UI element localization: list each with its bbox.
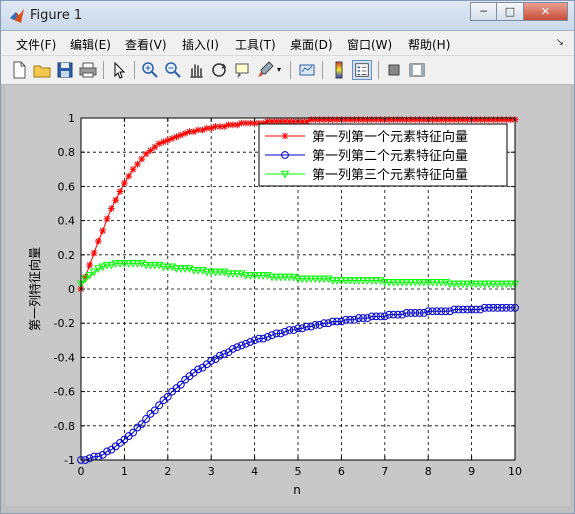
menu-bar: 文件(F) 编辑(E) 查看(V) 插入(I) 工具(T) 桌面(D) 窗口(W… [1, 31, 574, 56]
zoom-in-icon[interactable] [140, 60, 160, 80]
maximize-button[interactable]: □ [497, 2, 524, 21]
figure-toolbar: ▾ [1, 56, 574, 85]
x-tick-label: 2 [164, 465, 171, 478]
series-1-marker [90, 249, 98, 257]
x-tick-label: 1 [121, 465, 128, 478]
new-figure-icon[interactable] [9, 60, 29, 80]
y-axis-label: 第一列特征向量 [27, 247, 42, 331]
x-tick-label: 7 [381, 465, 388, 478]
series-1-marker [86, 261, 94, 269]
x-tick-label: 6 [338, 465, 345, 478]
close-button[interactable]: ✕ [524, 2, 568, 21]
pointer-icon[interactable] [109, 60, 129, 80]
series-1-marker [107, 205, 115, 213]
legend-marker-sample [281, 132, 289, 140]
series-1-marker [134, 160, 141, 168]
y-tick-label: 0.8 [58, 146, 76, 159]
brush-dropdown-icon[interactable]: ▾ [277, 65, 281, 74]
y-tick-label: 0.6 [58, 180, 76, 193]
x-tick-label: 9 [468, 465, 475, 478]
series-1-marker [142, 150, 150, 158]
series-1-marker [125, 172, 133, 180]
y-tick-label: 0.4 [58, 215, 76, 228]
pan-hand-icon[interactable] [186, 60, 206, 80]
brush-icon[interactable] [255, 60, 275, 80]
series-1-marker [138, 155, 146, 163]
matlab-logo-icon [10, 9, 24, 23]
menu-view[interactable]: 查看(V) [125, 36, 167, 53]
figure-canvas: 0 1 2 3 4 5 6 7 8 9 10 -1 -0.8 -0.6 -0.4 -0.2 0 0.2 0.4 0.6… [6, 86, 570, 506]
x-tick-label: 3 [208, 465, 215, 478]
legend-label: 第一列第三个元素特征向量 [312, 167, 468, 183]
print-icon[interactable] [78, 60, 98, 80]
series-1-marker [103, 215, 111, 223]
legend[interactable]: 第一列第一个元素特征向量第一列第二个元素特征向量第一列第三个元素特征向量 [258, 123, 508, 187]
legend-label: 第一列第二个元素特征向量 [312, 148, 468, 164]
window-title: Figure 1 [30, 8, 83, 23]
title-bar: Figure 1 ─ □ ✕ [1, 1, 574, 31]
series-1-marker [94, 237, 102, 245]
open-file-icon[interactable] [32, 60, 52, 80]
colorbar-icon[interactable] [329, 60, 349, 80]
menu-desktop[interactable]: 桌面(D) [290, 36, 333, 53]
y-tick-label: -0.4 [54, 351, 75, 364]
series-1-marker [147, 147, 154, 154]
x-tick-label: 10 [508, 465, 522, 478]
toolbar-separator [290, 61, 291, 79]
toolbar-separator [322, 61, 323, 79]
x-axis-label: n [293, 483, 301, 497]
y-tick-label: 0 [68, 283, 75, 296]
show-plot-tools-icon[interactable] [407, 60, 427, 80]
window-controls: ─ □ ✕ [470, 2, 568, 21]
series-1-marker [129, 165, 137, 173]
save-icon[interactable] [55, 60, 75, 80]
y-tick-label: -0.2 [54, 317, 75, 330]
series-1-marker [99, 227, 107, 235]
hide-plot-tools-icon[interactable] [384, 60, 404, 80]
y-tick-label: -0.8 [54, 420, 75, 433]
plot-svg[interactable]: 0 1 2 3 4 5 6 7 8 9 10 -1 -0.8 -0.6 -0.4 -0.2 0 0.2 0.4 0.6… [6, 86, 570, 506]
menu-edit[interactable]: 编辑(E) [70, 36, 111, 53]
y-tick-label: 0.2 [58, 249, 76, 262]
rotate-3d-icon[interactable] [209, 60, 229, 80]
x-tick-label: 8 [425, 465, 432, 478]
menu-window[interactable]: 窗口(W) [347, 36, 392, 53]
menu-insert[interactable]: 插入(I) [182, 36, 219, 53]
zoom-out-icon[interactable] [163, 60, 183, 80]
data-cursor-icon[interactable] [232, 60, 252, 80]
series-1-marker [121, 179, 128, 187]
series-1-marker [112, 196, 120, 204]
y-tick-label: -1 [64, 454, 75, 467]
y-tick-label: 1 [68, 112, 75, 125]
legend-label: 第一列第一个元素特征向量 [312, 129, 468, 145]
series-1-marker [116, 188, 124, 195]
x-tick-label: 5 [295, 465, 302, 478]
x-tick-label: 0 [78, 465, 85, 478]
toolbar-separator [378, 61, 379, 79]
menu-file[interactable]: 文件(F) [16, 36, 56, 53]
toolbar-separator [103, 61, 104, 79]
menu-tools[interactable]: 工具(T) [235, 36, 276, 53]
legend-icon[interactable] [352, 60, 372, 80]
toolbar-separator [134, 61, 135, 79]
figure-window: Figure 1 ─ □ ✕ 文件(F) 编辑(E) 查看(V) 插入(I) 工… [0, 0, 575, 514]
link-plot-icon[interactable] [297, 60, 317, 80]
minimize-button[interactable]: ─ [470, 2, 497, 21]
y-tick-label: -0.6 [54, 386, 75, 399]
x-tick-label: 4 [251, 465, 258, 478]
series-1-marker [151, 143, 159, 151]
menu-help[interactable]: 帮助(H) [408, 36, 450, 53]
menu-overflow-icon[interactable]: ↘ [556, 37, 564, 48]
